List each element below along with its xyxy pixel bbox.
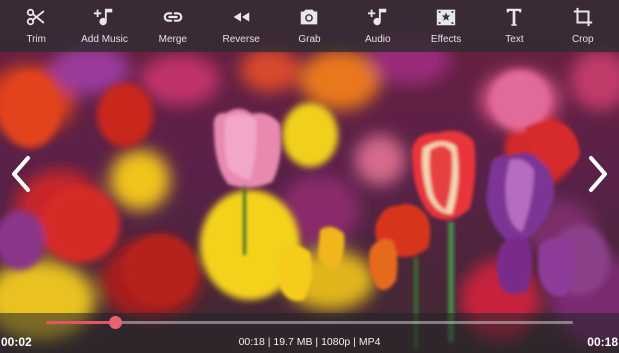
playback-bar: 00:02 00:18 | 19.7 MB | 1080p | MP4 00:1…	[0, 313, 619, 353]
seek-progress	[46, 321, 115, 324]
seek-thumb[interactable]	[108, 316, 122, 329]
merge-label: Merge	[158, 34, 187, 45]
total-time: 00:18	[587, 335, 618, 349]
text-label: Text	[505, 34, 524, 45]
effects-label: Effects	[430, 34, 462, 45]
trim-button[interactable]: Trim	[3, 6, 69, 45]
add-music-icon	[94, 8, 113, 26]
merge-button[interactable]: Merge	[140, 6, 206, 45]
previous-button[interactable]	[6, 152, 36, 196]
seek-bar[interactable]	[46, 316, 573, 329]
chevron-left-icon	[12, 156, 30, 192]
file-info: 00:18 | 19.7 MB | 1080p | MP4	[238, 336, 381, 348]
edit-toolbar: Trim Add Music Merge Reverse Grab Audio …	[0, 0, 619, 52]
rewind-icon	[233, 12, 250, 22]
trim-label: Trim	[26, 34, 46, 45]
crop-icon	[573, 7, 592, 27]
next-button[interactable]	[583, 152, 613, 196]
reverse-label: Reverse	[222, 34, 260, 45]
link-icon	[163, 12, 183, 22]
crop-label: Crop	[571, 34, 594, 45]
tulip-photo	[0, 0, 619, 353]
camera-icon	[301, 9, 318, 25]
scissors-icon	[26, 8, 45, 26]
text-icon	[507, 8, 522, 26]
video-preview[interactable]: Trim Add Music Merge Reverse Grab Audio …	[0, 0, 619, 353]
audio-button[interactable]: Audio	[345, 6, 411, 45]
text-button[interactable]: Text	[481, 6, 547, 45]
reverse-button[interactable]: Reverse	[208, 6, 274, 45]
effects-button[interactable]: Effects	[413, 6, 479, 45]
add-music-label: Add Music	[81, 34, 128, 45]
audio-label: Audio	[365, 34, 391, 45]
effects-icon	[436, 9, 456, 26]
audio-note-icon	[367, 8, 387, 26]
crop-button[interactable]: Crop	[550, 6, 616, 45]
chevron-right-icon	[589, 156, 607, 192]
grab-button[interactable]: Grab	[276, 6, 342, 45]
add-music-button[interactable]: Add Music	[71, 6, 137, 45]
grab-label: Grab	[298, 34, 321, 45]
